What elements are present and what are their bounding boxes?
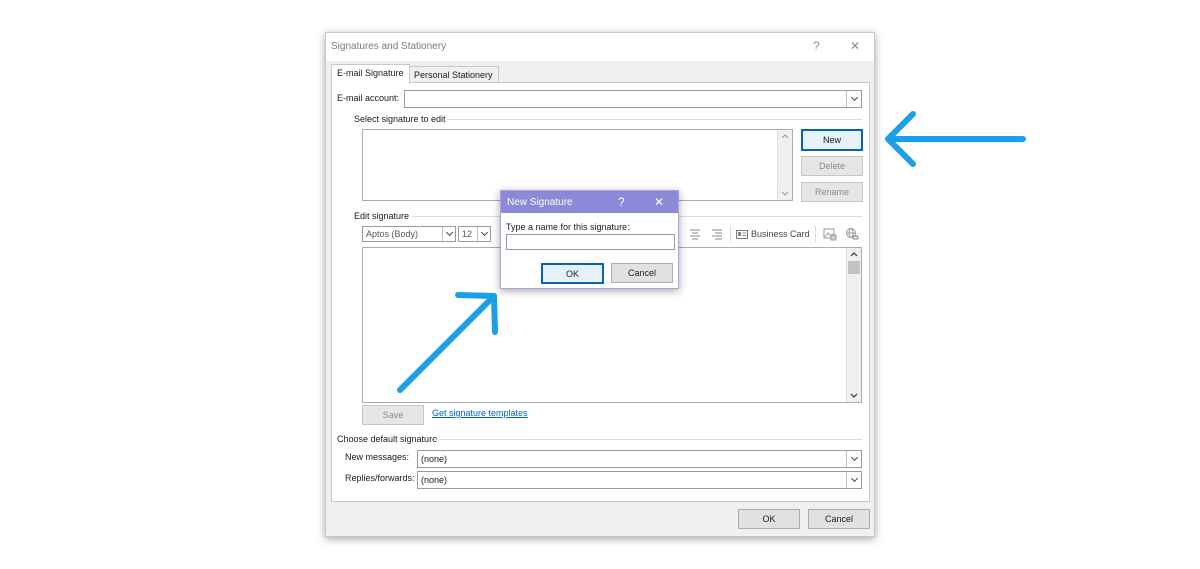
new-signature-titlebar: New Signature ? ✕ [501, 191, 678, 213]
annotation-arrow-icon [885, 111, 1026, 167]
new-signature-body: Type a name for this signature: OK Cance… [501, 213, 678, 288]
tab-email-signature[interactable]: E-mail Signature [331, 64, 410, 84]
close-icon[interactable]: ✕ [654, 195, 664, 209]
signature-name-input[interactable] [506, 234, 675, 250]
help-icon[interactable]: ? [618, 195, 625, 209]
annotation-arrow-icon [397, 292, 498, 393]
new-signature-ok-button[interactable]: OK [541, 263, 604, 284]
new-signature-dialog: New Signature ? ✕ Type a name for this s… [500, 190, 679, 289]
signature-name-prompt: Type a name for this signature: [506, 222, 630, 232]
new-signature-title: New Signature [507, 197, 573, 208]
new-signature-cancel-button[interactable]: Cancel [611, 263, 673, 283]
